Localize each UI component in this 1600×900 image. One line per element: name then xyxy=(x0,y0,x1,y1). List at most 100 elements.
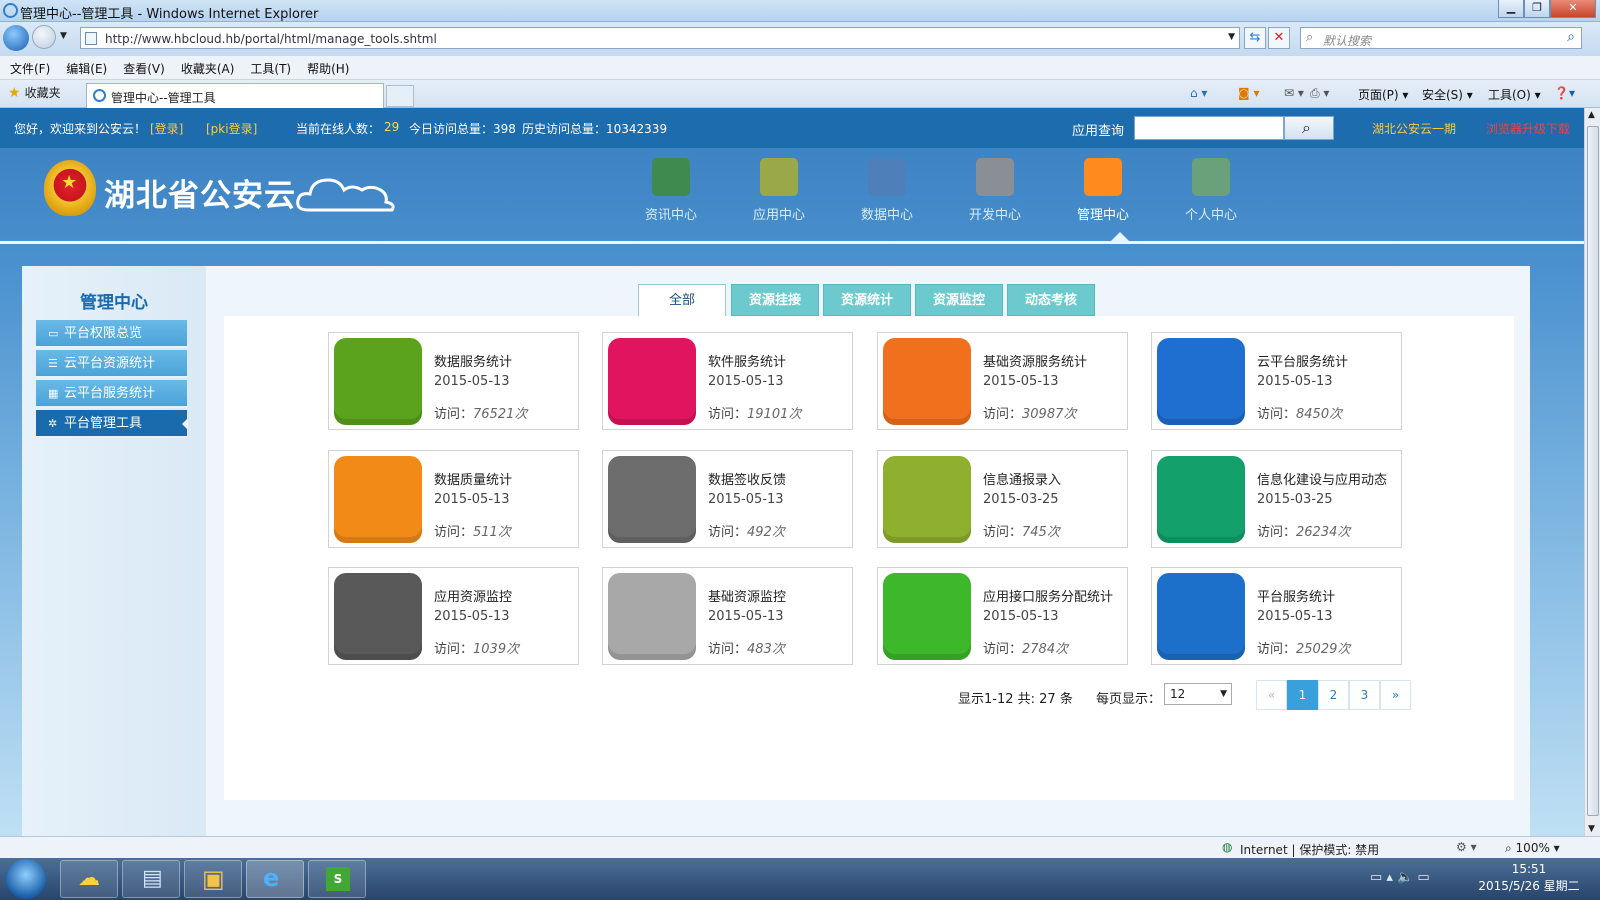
new-tab-button[interactable] xyxy=(386,85,414,107)
nav-lock[interactable]: 管理中心 xyxy=(1063,158,1143,223)
window-title: 管理中心--管理工具 - Windows Internet Explorer xyxy=(20,7,319,22)
nav-user[interactable]: 个人中心 xyxy=(1171,158,1251,223)
tool-card-title[interactable]: 数据签收反馈 xyxy=(708,469,786,488)
pie-chart-icon xyxy=(334,338,422,425)
tool-card-title[interactable]: 软件服务统计 xyxy=(708,351,786,370)
taskbar-app-weather[interactable]: ☁ xyxy=(60,860,118,898)
address-bar[interactable]: http://www.hbcloud.hb/portal/html/manage… xyxy=(80,27,1240,49)
sidebar-item-service-stats[interactable]: ▦ 云平台服务统计 xyxy=(36,380,187,408)
browser-upgrade-link[interactable]: 浏览器升级下载 xyxy=(1486,120,1570,137)
tool-card-title[interactable]: 基础资源服务统计 xyxy=(983,351,1087,370)
mail-icon[interactable]: ✉ ▾ xyxy=(1284,86,1304,100)
forward-button[interactable] xyxy=(32,25,56,49)
tab-dynamic-assessment[interactable]: 动态考核 xyxy=(1007,284,1095,316)
tool-card-title[interactable]: 基础资源监控 xyxy=(708,586,786,605)
minimize-button[interactable]: ▁ xyxy=(1498,0,1524,18)
scroll-up-icon[interactable]: ▲ xyxy=(1588,110,1595,120)
tool-card[interactable]: 应用接口服务分配统计 2015-05-13 访问：2784次 xyxy=(877,567,1128,665)
tool-card[interactable]: 软件服务统计 2015-05-13 访问：19101次 xyxy=(602,332,853,430)
per-page-select[interactable]: 12 ▼ xyxy=(1164,683,1232,705)
sidebar-item-permissions[interactable]: ▭ 平台权限总览 xyxy=(36,320,187,348)
tool-card-title[interactable]: 数据服务统计 xyxy=(434,351,512,370)
tool-card[interactable]: 应用资源监控 2015-05-13 访问：1039次 xyxy=(328,567,579,665)
taskbar-app-green[interactable]: S xyxy=(308,860,366,898)
address-dropdown-icon[interactable]: ▼ xyxy=(1228,32,1235,42)
stop-icon[interactable]: ✕ xyxy=(1268,27,1290,49)
tool-card[interactable]: 基础资源服务统计 2015-05-13 访问：30987次 xyxy=(877,332,1128,430)
print-icon[interactable]: ⎙ ▾ xyxy=(1310,86,1329,101)
menu-edit[interactable]: 编辑(E) xyxy=(56,56,107,77)
menu-tools[interactable]: 工具(T) xyxy=(240,56,291,77)
phase-link[interactable]: 湖北公安云一期 xyxy=(1372,120,1456,137)
menu-view[interactable]: 查看(V) xyxy=(113,56,165,77)
home-icon[interactable]: ⌂ ▾ xyxy=(1190,86,1207,100)
tool-card-title[interactable]: 应用资源监控 xyxy=(434,586,512,605)
tool-card-title[interactable]: 信息化建设与应用动态 xyxy=(1257,469,1387,488)
history-dropdown-icon[interactable]: ▼ xyxy=(60,31,67,41)
help-icon[interactable]: ❓▾ xyxy=(1554,86,1575,100)
nav-dev[interactable]: 开发中心 xyxy=(955,158,1035,223)
page-menu[interactable]: 页面(P) ▾ xyxy=(1358,86,1408,103)
tray-icons[interactable]: ▭ ▴ 🔈 ▭ xyxy=(1370,870,1430,885)
prev-page-button[interactable]: « xyxy=(1256,680,1287,710)
browser-tab[interactable]: 管理中心--管理工具 xyxy=(86,83,384,108)
tool-card[interactable]: 数据签收反馈 2015-05-13 访问：492次 xyxy=(602,450,853,548)
pki-login-link[interactable]: [pki登录] xyxy=(206,120,257,137)
tool-card-title[interactable]: 信息通报录入 xyxy=(983,469,1061,488)
nav-divider xyxy=(0,241,1584,244)
menu-favorites[interactable]: 收藏夹(A) xyxy=(171,56,235,77)
menu-file[interactable]: 文件(F) xyxy=(0,56,50,77)
back-button[interactable] xyxy=(3,25,29,51)
safety-menu[interactable]: 安全(S) ▾ xyxy=(1422,86,1473,103)
sidebar-item-management-tools[interactable]: ✲ 平台管理工具 xyxy=(36,410,188,438)
menu-help[interactable]: 帮助(H) xyxy=(297,56,349,77)
tool-card-title[interactable]: 应用接口服务分配统计 xyxy=(983,586,1113,605)
maximize-button[interactable]: ❐ xyxy=(1524,0,1550,18)
nav-app[interactable]: 应用中心 xyxy=(739,158,819,223)
taskbar-app-notes[interactable]: ▤ xyxy=(122,860,180,898)
zoom-level[interactable]: ⌕ 100% ▾ xyxy=(1505,841,1560,856)
tools-menu[interactable]: 工具(O) ▾ xyxy=(1488,86,1541,103)
tab-all[interactable]: 全部 xyxy=(638,284,726,317)
app-query-input[interactable] xyxy=(1134,116,1284,140)
tool-card-title[interactable]: 平台服务统计 xyxy=(1257,586,1335,605)
page-2-button[interactable]: 2 xyxy=(1318,680,1349,710)
tool-card[interactable]: 云平台服务统计 2015-05-13 访问：8450次 xyxy=(1151,332,1402,430)
next-page-button[interactable]: » xyxy=(1380,680,1411,710)
search-icon[interactable]: ⌕ xyxy=(1567,29,1575,45)
app-query-search-button[interactable]: ⌕ xyxy=(1284,116,1334,140)
sidebar-item-resource-stats[interactable]: ☰ 云平台资源统计 xyxy=(36,350,187,378)
tool-card[interactable]: 数据服务统计 2015-05-13 访问：76521次 xyxy=(328,332,579,430)
system-clock[interactable]: 15:51 2015/5/26 星期二 xyxy=(1464,861,1594,895)
tool-card-title[interactable]: 云平台服务统计 xyxy=(1257,351,1348,370)
tab-resource-monitor[interactable]: 资源监控 xyxy=(915,284,1003,316)
start-button[interactable] xyxy=(6,859,46,899)
tool-card[interactable]: 信息化建设与应用动态 2015-03-25 访问：26234次 xyxy=(1151,450,1402,548)
taskbar-app-ie[interactable]: e xyxy=(246,860,304,898)
favorites-button[interactable]: ★ 收藏夹 xyxy=(8,84,61,101)
login-link[interactable]: [登录] xyxy=(150,120,183,137)
taskbar-app-explorer[interactable]: ▣ xyxy=(184,860,242,898)
nav-data[interactable]: 数据中心 xyxy=(847,158,927,223)
tool-card[interactable]: 基础资源监控 2015-05-13 访问：483次 xyxy=(602,567,853,665)
tool-card[interactable]: 信息通报录入 2015-03-25 访问：745次 xyxy=(877,450,1128,548)
feeds-icon[interactable]: ◙ ▾ xyxy=(1238,86,1259,100)
nav-news[interactable]: 资讯中心 xyxy=(631,158,711,223)
close-window-button[interactable]: ✕ xyxy=(1550,0,1596,18)
tool-card-title[interactable]: 数据质量统计 xyxy=(434,469,512,488)
tab-resource-mount[interactable]: 资源挂接 xyxy=(731,284,819,316)
vertical-scrollbar[interactable]: ▲ ▼ xyxy=(1584,108,1600,836)
tool-card[interactable]: 数据质量统计 2015-05-13 访问：511次 xyxy=(328,450,579,548)
page-3-button[interactable]: 3 xyxy=(1349,680,1380,710)
settings-icon[interactable]: ⚙ ▾ xyxy=(1456,840,1477,854)
browser-search-input[interactable]: ⌕ 默认搜索 ⌕ xyxy=(1300,27,1582,49)
tab-resource-stats[interactable]: 资源统计 xyxy=(823,284,911,316)
refresh-icon[interactable]: ⇆ xyxy=(1244,27,1266,49)
sidebar-title: 管理中心 xyxy=(80,293,148,313)
scroll-thumb[interactable] xyxy=(1587,126,1599,816)
page-1-button[interactable]: 1 xyxy=(1287,680,1318,710)
nav-label: 资讯中心 xyxy=(644,208,697,223)
scroll-down-icon[interactable]: ▼ xyxy=(1588,824,1595,834)
tool-card[interactable]: 平台服务统计 2015-05-13 访问：25029次 xyxy=(1151,567,1402,665)
per-page-label: 每页显示： xyxy=(1096,692,1162,707)
